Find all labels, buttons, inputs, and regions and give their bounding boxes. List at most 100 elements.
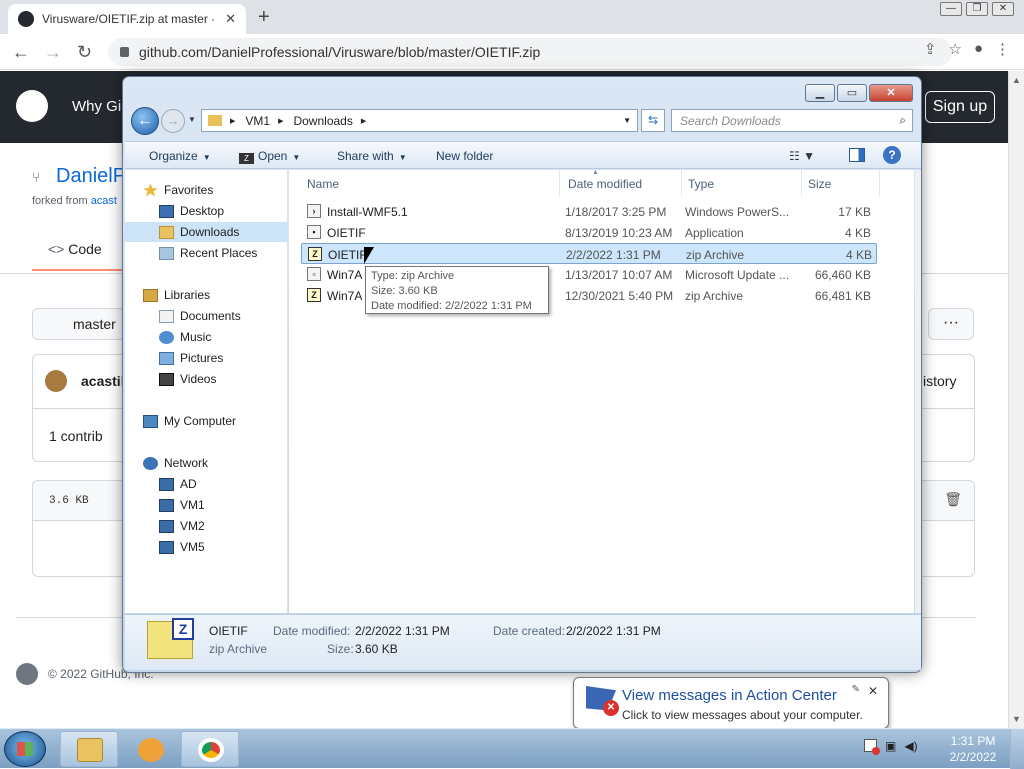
tab-title: Virusware/OIETIF.zip at master · D <box>42 12 218 26</box>
zip-open-icon: Z <box>239 153 254 164</box>
refresh-button[interactable]: ⇆ <box>641 109 665 132</box>
github-logo-icon[interactable] <box>16 90 48 122</box>
breadcrumb-downloads[interactable]: Downloads <box>293 114 352 128</box>
search-input[interactable]: Search Downloads ⌕ <box>671 109 913 132</box>
bookmark-star-icon[interactable]: ☆ <box>948 40 961 58</box>
taskbar-chrome-button[interactable] <box>181 731 239 767</box>
restore-button[interactable]: ❐ <box>966 2 988 16</box>
balloon-close-icon[interactable]: ✕ <box>868 684 878 698</box>
libraries-icon <box>143 288 158 302</box>
close-button[interactable]: ✕ <box>869 84 913 102</box>
more-options-button[interactable]: ··· <box>928 308 974 340</box>
update-package-icon: ▫ <box>307 267 321 281</box>
start-button[interactable] <box>4 731 46 767</box>
minimize-button[interactable]: — <box>940 2 962 16</box>
balloon-title[interactable]: View messages in Action Center <box>622 687 837 704</box>
file-size: 17 KB <box>838 205 871 219</box>
taskbar-explorer-button[interactable] <box>60 731 118 767</box>
organize-menu[interactable]: Organize ▼ <box>149 149 211 163</box>
column-header-date-modified[interactable]: Date modified <box>562 170 682 196</box>
new-tab-button[interactable]: + <box>258 6 270 29</box>
avatar[interactable] <box>45 370 67 392</box>
share-with-menu[interactable]: Share with ▼ <box>337 149 407 163</box>
action-center-balloon[interactable]: ✕ View messages in Action Center Click t… <box>573 677 889 740</box>
profile-icon[interactable]: ● <box>974 40 983 58</box>
file-row-selected[interactable]: Z OIETIF 2/2/2022 1:31 PM zip Archive 4 … <box>301 243 877 264</box>
help-icon[interactable]: ? <box>883 146 901 164</box>
taskbar-media-player-button[interactable] <box>121 731 179 767</box>
share-icon[interactable]: ⇪ <box>924 40 937 58</box>
address-bar[interactable]: ▶ VM1 ▶ Downloads ▶ ▼ <box>201 109 638 132</box>
breadcrumb-arrow-icon[interactable]: ▶ <box>278 117 283 125</box>
nav-favorites[interactable]: Favorites <box>143 180 306 200</box>
why-github-link[interactable]: Why Gi <box>72 98 121 115</box>
trash-icon[interactable]: 🗑 <box>944 491 962 508</box>
contributors-link[interactable]: 1 contrib <box>49 428 103 444</box>
nav-music[interactable]: Music <box>125 327 288 347</box>
volume-icon[interactable]: ◀) <box>904 739 917 753</box>
minimize-button[interactable]: ▁ <box>805 84 835 102</box>
nav-documents[interactable]: Documents <box>125 306 288 326</box>
nav-videos[interactable]: Videos <box>125 369 288 389</box>
close-button[interactable]: ✕ <box>992 2 1014 16</box>
address-dropdown-icon[interactable]: ▼ <box>623 116 631 125</box>
nav-my-computer[interactable]: My Computer <box>143 411 306 431</box>
nav-vm1[interactable]: VM1 <box>125 495 288 515</box>
action-center-flag-icon[interactable] <box>864 739 880 755</box>
clock[interactable]: 1:31 PM 2/2/2022 <box>946 733 1000 765</box>
nav-label: Downloads <box>180 225 240 239</box>
nav-libraries[interactable]: Libraries <box>143 285 306 305</box>
file-date: 12/30/2021 5:40 PM <box>565 289 674 303</box>
github-footer-logo-icon[interactable] <box>16 663 38 685</box>
browser-tab[interactable]: Virusware/OIETIF.zip at master · D ✕ <box>8 4 246 34</box>
column-header-type[interactable]: Type <box>682 170 802 196</box>
nav-desktop[interactable]: Desktop <box>125 201 288 221</box>
page-scrollbar[interactable]: ▲ ▼ <box>1008 71 1024 728</box>
maximize-button[interactable]: ▭ <box>837 84 867 102</box>
search-icon[interactable]: ⌕ <box>899 113 906 128</box>
preview-pane-icon[interactable] <box>849 148 865 162</box>
back-button[interactable]: ← <box>131 107 159 135</box>
history-link[interactable]: istory <box>923 373 956 389</box>
nav-vm5[interactable]: VM5 <box>125 537 288 557</box>
show-desktop-button[interactable] <box>1010 729 1024 769</box>
file-row[interactable]: › Install-WMF5.1 1/18/2017 3:25 PM Windo… <box>301 201 877 222</box>
menu-kebab-icon[interactable]: ⋮ <box>995 40 1010 58</box>
address-bar[interactable]: github.com/DanielProfessional/Virusware/… <box>108 38 952 66</box>
branch-selector[interactable]: master <box>32 308 132 340</box>
url-text[interactable]: github.com/DanielProfessional/Virusware/… <box>139 44 540 60</box>
forward-arrow-icon[interactable]: → <box>44 42 62 63</box>
file-row[interactable]: ▪ OIETIF 8/13/2019 10:23 AM Application … <box>301 222 877 243</box>
sign-up-button[interactable]: Sign up <box>925 91 995 123</box>
tab-code[interactable]: <> Code <box>48 241 102 257</box>
change-view-icon[interactable]: ☷ ▼ <box>789 149 815 163</box>
column-header-name[interactable]: Name <box>301 170 560 196</box>
scroll-up-icon[interactable]: ▲ <box>1012 75 1021 85</box>
back-arrow-icon[interactable]: ← <box>12 42 30 63</box>
breadcrumb-vm1[interactable]: VM1 <box>245 114 270 128</box>
forward-button[interactable]: → <box>161 109 185 133</box>
nav-ad[interactable]: AD <box>125 474 288 494</box>
wrench-icon[interactable]: ✎ <box>852 684 860 695</box>
breadcrumb-arrow-icon[interactable]: ▶ <box>230 117 235 125</box>
scroll-down-icon[interactable]: ▼ <box>1012 714 1021 724</box>
reload-icon[interactable]: ↻ <box>77 42 92 63</box>
forked-from-link[interactable]: acast <box>91 195 117 207</box>
nav-downloads[interactable]: Downloads <box>125 222 288 242</box>
nav-pictures[interactable]: Pictures <box>125 348 288 368</box>
open-menu[interactable]: Z Open ▼ <box>239 149 300 164</box>
network-computer-icon <box>159 540 174 554</box>
nav-recent-places[interactable]: Recent Places <box>125 243 288 263</box>
nav-network[interactable]: Network <box>143 453 306 473</box>
file-list-scrollbar[interactable] <box>915 170 921 613</box>
column-header-size[interactable]: Size <box>802 170 880 196</box>
tab-close-icon[interactable]: ✕ <box>225 11 236 27</box>
network-tray-icon[interactable]: ▣ <box>885 739 896 753</box>
recent-pages-dropdown-icon[interactable]: ▼ <box>188 115 196 124</box>
taskbar: ▣ ◀) 1:31 PM 2/2/2022 <box>0 728 1024 769</box>
repo-owner-link[interactable]: DanielP <box>56 165 126 188</box>
commit-author[interactable]: acastil <box>81 373 125 389</box>
breadcrumb-arrow-icon[interactable]: ▶ <box>361 117 366 125</box>
nav-vm2[interactable]: VM2 <box>125 516 288 536</box>
new-folder-button[interactable]: New folder <box>436 149 493 163</box>
